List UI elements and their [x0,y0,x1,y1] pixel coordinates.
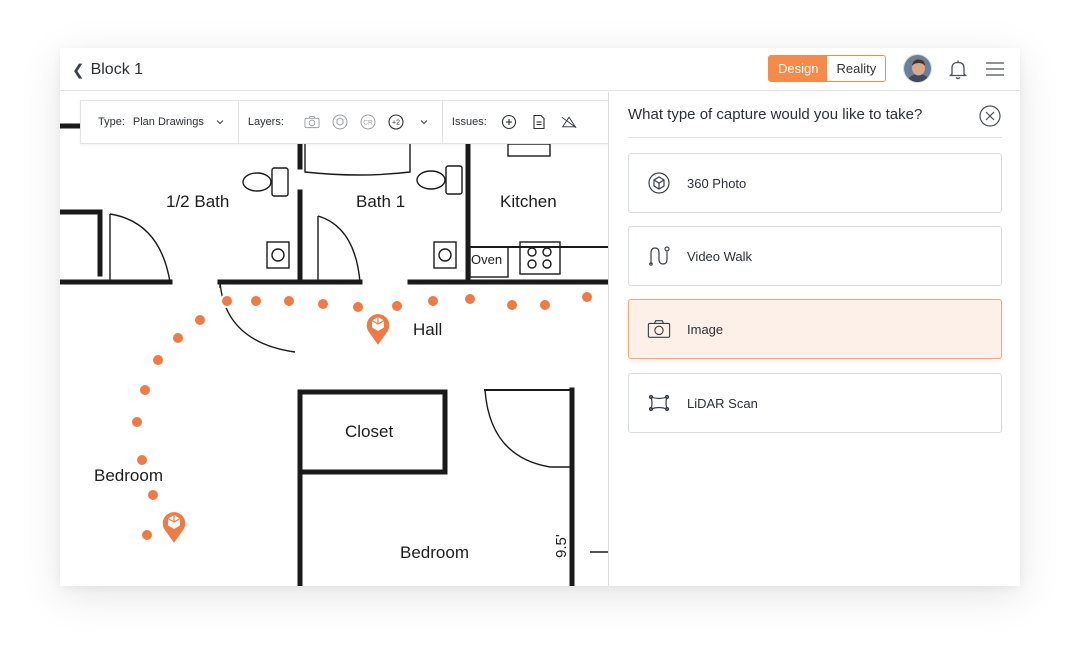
camera-layer-icon[interactable] [304,114,320,130]
capture-point[interactable] [140,528,154,542]
layers-label: Layers: [247,116,284,128]
avatar[interactable] [903,54,932,83]
capture-point[interactable] [316,297,330,311]
option-label: Video Walk [687,248,753,264]
capture-point[interactable] [146,488,160,502]
svg-text:CR: CR [363,120,373,127]
chevron-left-icon: ❮ [72,61,85,79]
capture-point[interactable] [220,294,234,308]
video-walk-icon [647,244,671,268]
top-bar: ❮ Block 1 Design Reality [60,48,1020,91]
reality-toggle-option[interactable]: Reality [827,56,886,81]
type-value: Plan Drawings [132,116,204,128]
lidar-scan-icon [647,391,671,415]
capture-point[interactable] [505,298,519,312]
plan-toolbar: Type: Plan Drawings Layers: CR +2 Issues… [80,100,608,144]
option-label: 360 Photo [687,175,747,191]
issues-group: Issues: [443,101,587,143]
option-label: Image [687,321,724,337]
chevron-down-icon[interactable] [416,114,432,130]
360-photo-icon [647,171,671,195]
capture-point[interactable] [171,331,185,345]
add-issue-icon[interactable] [501,114,517,130]
type-selector[interactable]: Type: Plan Drawings [81,101,238,143]
hide-issues-icon[interactable] [561,114,577,130]
issues-label: Issues: [451,116,487,128]
cr-layer-icon[interactable]: CR [360,114,376,130]
capture-point[interactable] [463,292,477,306]
back-button[interactable]: ❮ Block 1 [72,48,143,91]
option-label: LiDAR Scan [687,395,758,411]
chevron-down-icon [212,114,228,130]
design-reality-toggle: Design Reality [768,55,887,82]
camera-icon [647,317,671,341]
svg-text:+2: +2 [392,120,400,127]
capture-pin-marker[interactable] [362,308,394,348]
capture-point[interactable] [426,294,440,308]
design-toggle-option[interactable]: Design [769,56,828,81]
type-label: Type: [98,116,125,128]
page-title: Block 1 [90,60,144,78]
capture-point[interactable] [130,415,144,429]
panel-divider [628,137,1002,138]
360-layer-icon[interactable] [332,114,348,130]
hamburger-menu-icon[interactable] [985,59,1005,84]
option-image[interactable]: Image [628,299,1002,359]
capture-type-panel: What type of capture would you like to t… [608,92,1020,586]
capture-point[interactable] [135,453,149,467]
option-360-photo[interactable]: 360 Photo [628,153,1002,213]
panel-title: What type of capture would you like to t… [628,106,923,123]
app-window: ❮ Block 1 Design Reality 1/2 Bath Bath 1… [60,48,1020,586]
document-icon[interactable] [531,114,547,130]
capture-point[interactable] [580,290,594,304]
capture-point[interactable] [193,313,207,327]
notification-bell-icon[interactable] [948,59,968,85]
capture-point[interactable] [151,353,165,367]
layers-group: Layers: CR +2 [239,101,442,143]
option-lidar-scan[interactable]: LiDAR Scan [628,373,1002,433]
capture-pin-marker[interactable] [158,506,190,546]
capture-point[interactable] [538,298,552,312]
capture-path [130,290,594,542]
floor-plan-canvas[interactable]: 1/2 Bath Bath 1 Kitchen Hall Closet Bedr… [60,92,608,586]
capture-point[interactable] [282,294,296,308]
capture-point[interactable] [138,383,152,397]
close-icon[interactable] [979,105,1001,127]
capture-point[interactable] [249,294,263,308]
option-video-walk[interactable]: Video Walk [628,226,1002,286]
more-layers-icon[interactable]: +2 [388,114,404,130]
